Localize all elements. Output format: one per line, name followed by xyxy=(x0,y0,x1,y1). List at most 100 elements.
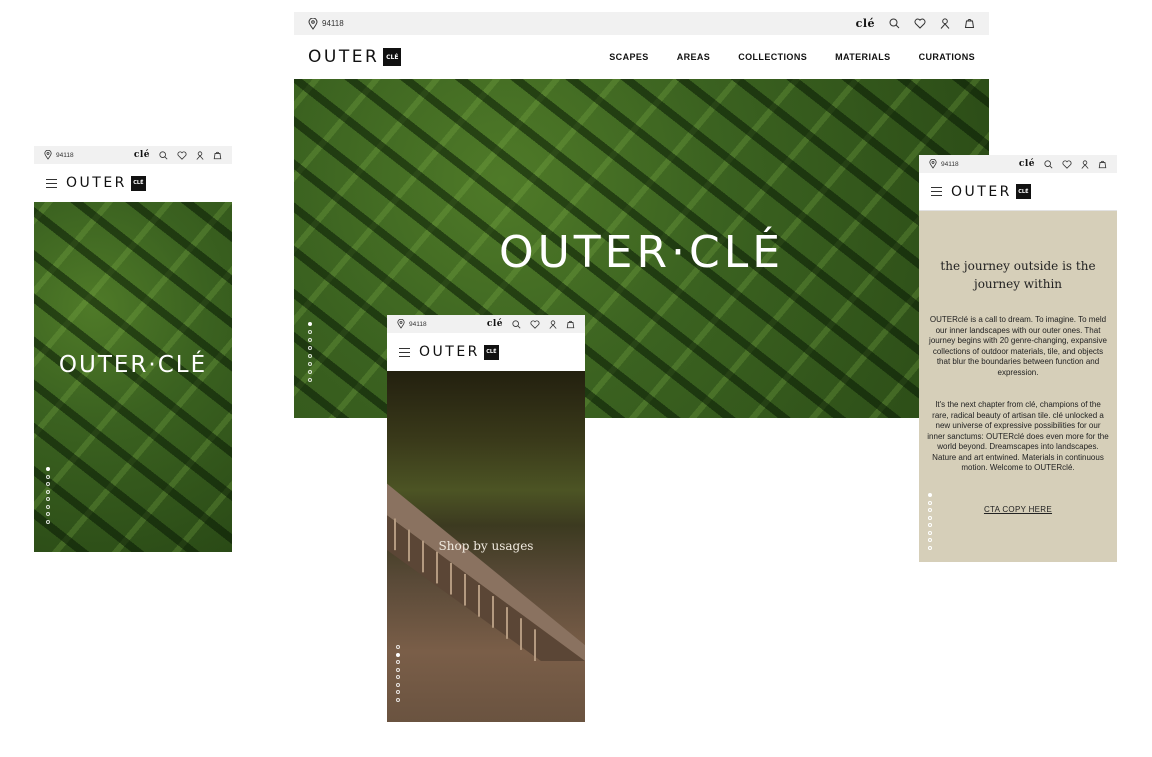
location-selector[interactable]: 94118 xyxy=(44,150,74,160)
location-pin-icon xyxy=(308,17,318,30)
site-logo[interactable]: OUTER CLÉ xyxy=(419,344,499,360)
slide-dot[interactable] xyxy=(928,523,932,527)
search-icon[interactable] xyxy=(889,18,900,29)
location-selector[interactable]: 94118 xyxy=(308,17,344,30)
logo-word: OUTER xyxy=(66,175,127,191)
slide-dots-mobile-hero xyxy=(46,467,50,524)
slide-dot[interactable] xyxy=(928,500,932,505)
slide-dot[interactable] xyxy=(46,474,50,479)
slide-dots-desktop xyxy=(308,322,312,382)
mobile-hero-frame: 94118 clé OUTER CLÉ OUTER·CLÉ xyxy=(34,146,232,552)
balustrade-image xyxy=(387,483,585,661)
slide-dot[interactable] xyxy=(396,682,400,687)
location-selector[interactable]: 94118 xyxy=(397,319,427,329)
logo-box: CLÉ xyxy=(130,175,146,191)
about-heading: the journey outside is the journey withi… xyxy=(940,259,1096,291)
user-icon[interactable] xyxy=(940,18,950,29)
location-pin-icon xyxy=(929,159,937,169)
about-section: the journey outside is the journey withi… xyxy=(919,211,1117,562)
hamburger-icon[interactable] xyxy=(931,187,942,196)
zip-code: 94118 xyxy=(56,151,74,159)
slide-dot[interactable] xyxy=(308,354,312,358)
user-icon[interactable] xyxy=(549,319,557,329)
slide-dot[interactable] xyxy=(396,675,400,679)
bag-icon[interactable] xyxy=(964,18,975,29)
cle-brand-link[interactable]: clé xyxy=(487,319,503,329)
slide-dot[interactable] xyxy=(308,330,312,334)
slide-dot[interactable] xyxy=(308,346,312,350)
slide-dot[interactable] xyxy=(396,660,400,664)
slide-dot[interactable] xyxy=(308,378,312,382)
hero-banner-mobile: OUTER·CLÉ xyxy=(34,202,232,552)
heart-icon[interactable] xyxy=(914,18,926,29)
logo-box: CLÉ xyxy=(483,344,499,360)
nav-scapes[interactable]: SCAPES xyxy=(609,52,648,62)
slide-dot[interactable] xyxy=(396,697,400,702)
slide-dot[interactable] xyxy=(396,690,400,694)
hero-title: OUTER·CLÉ xyxy=(498,227,785,278)
search-icon[interactable] xyxy=(512,319,521,329)
mobile-about-frame: 94118 clé OUTER CLÉ the journey outside … xyxy=(919,155,1117,562)
nav-areas[interactable]: AREAS xyxy=(677,52,711,62)
user-icon[interactable] xyxy=(1081,159,1089,169)
slide-dot[interactable] xyxy=(308,338,312,342)
hero-title: OUTER·CLÉ xyxy=(58,352,208,378)
utility-bar-mobile: 94118 clé xyxy=(387,315,585,333)
bag-icon[interactable] xyxy=(566,320,575,329)
slide-dots-mobile-usages xyxy=(396,645,400,702)
cle-brand-link[interactable]: clé xyxy=(134,150,150,160)
heart-icon[interactable] xyxy=(1062,159,1072,169)
slide-dot[interactable] xyxy=(308,362,312,366)
slide-dot[interactable] xyxy=(46,467,50,471)
nav-materials[interactable]: MATERIALS xyxy=(835,52,890,62)
site-logo[interactable]: OUTER CLÉ xyxy=(66,175,146,191)
slide-dot[interactable] xyxy=(46,489,50,494)
utility-bar: 94118 clé xyxy=(294,12,989,35)
logo-word: OUTER xyxy=(308,47,380,67)
hamburger-icon[interactable] xyxy=(46,178,57,188)
slide-dot[interactable] xyxy=(396,652,400,657)
location-pin-icon xyxy=(44,150,52,160)
bag-icon[interactable] xyxy=(1098,160,1107,169)
search-icon[interactable] xyxy=(159,150,168,160)
slide-dot[interactable] xyxy=(46,519,50,524)
cta-link[interactable]: CTA COPY HERE xyxy=(919,505,1117,514)
cle-brand-link[interactable]: clé xyxy=(856,17,875,30)
slide-dot[interactable] xyxy=(46,497,50,501)
site-logo[interactable]: OUTER CLÉ xyxy=(308,47,402,67)
heart-icon[interactable] xyxy=(177,150,187,160)
logo-word: OUTER xyxy=(419,344,480,360)
user-icon[interactable] xyxy=(196,150,204,160)
site-logo[interactable]: OUTER CLÉ xyxy=(951,184,1031,200)
location-selector[interactable]: 94118 xyxy=(929,159,959,169)
main-nav: SCAPES AREAS COLLECTIONS MATERIALS CURAT… xyxy=(609,35,975,79)
nav-collections[interactable]: COLLECTIONS xyxy=(738,52,807,62)
location-pin-icon xyxy=(397,319,405,329)
bag-icon[interactable] xyxy=(213,151,222,160)
slide-dot[interactable] xyxy=(928,530,932,535)
slide-dot[interactable] xyxy=(928,545,932,550)
slide-dot[interactable] xyxy=(928,515,932,520)
zip-code: 94118 xyxy=(941,160,959,168)
hamburger-icon[interactable] xyxy=(399,347,410,357)
cle-brand-link[interactable]: clé xyxy=(1019,159,1035,169)
search-icon[interactable] xyxy=(1044,159,1053,169)
slide-dot[interactable] xyxy=(396,645,400,649)
utility-bar-mobile: 94118 clé xyxy=(34,146,232,164)
slide-dot[interactable] xyxy=(46,512,50,516)
slide-dot[interactable] xyxy=(396,667,400,672)
nav-curations[interactable]: CURATIONS xyxy=(919,52,975,62)
slide-dot[interactable] xyxy=(46,482,50,486)
site-header-mobile: OUTER CLÉ xyxy=(34,164,232,202)
slide-dots-mobile-about xyxy=(928,493,932,550)
slide-dot[interactable] xyxy=(928,508,932,512)
heart-icon[interactable] xyxy=(530,319,540,329)
slide-dot[interactable] xyxy=(46,504,50,509)
slide-dot[interactable] xyxy=(928,493,932,497)
logo-box: CLÉ xyxy=(383,48,402,66)
zip-code: 94118 xyxy=(409,320,427,328)
slide-dot[interactable] xyxy=(928,538,932,542)
slide-dot[interactable] xyxy=(308,370,312,374)
usages-banner[interactable]: Shop by usages xyxy=(387,371,585,722)
slide-dot[interactable] xyxy=(308,322,312,326)
